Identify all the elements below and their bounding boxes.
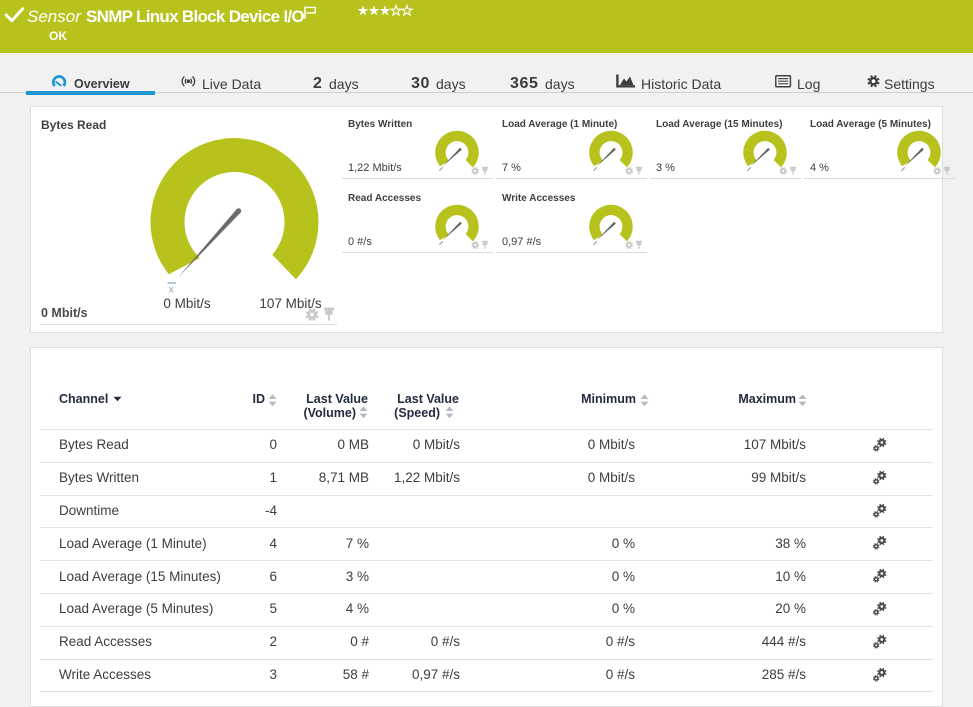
svg-text:x: x: [169, 284, 175, 295]
